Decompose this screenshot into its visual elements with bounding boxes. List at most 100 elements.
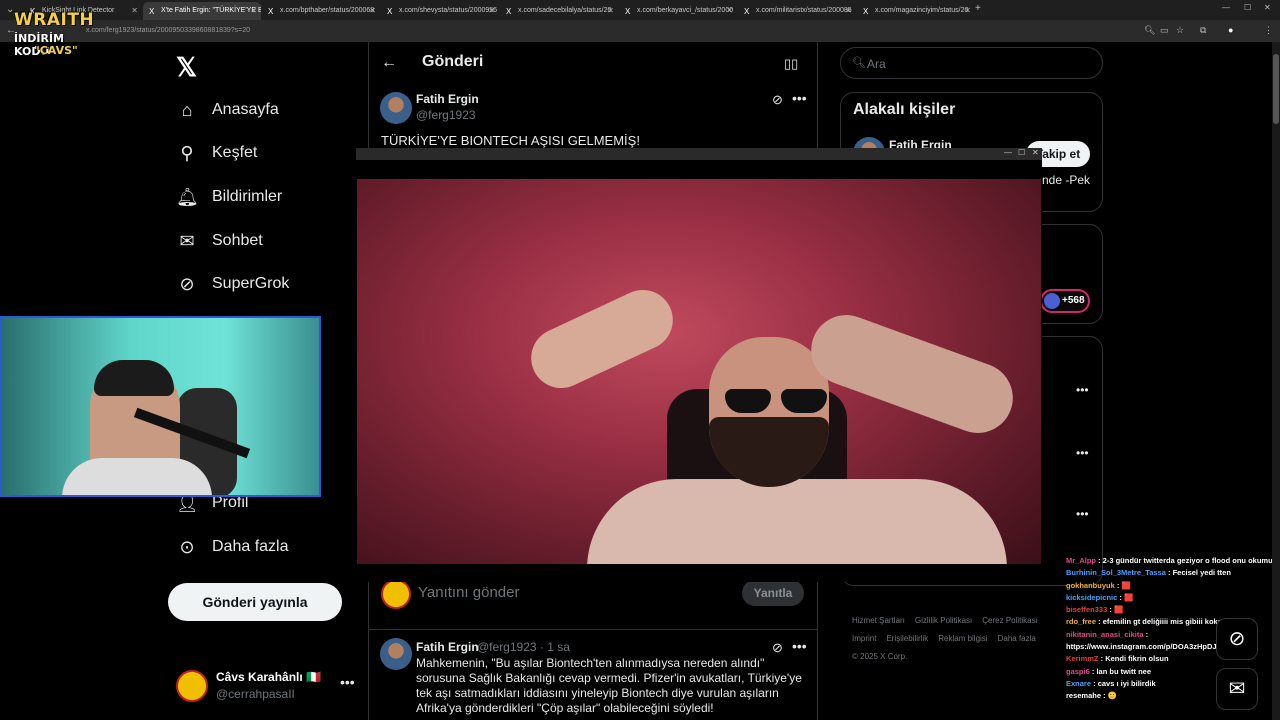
tab-label: x.com/magazinciyim/status/20 [875, 7, 969, 14]
chat-username[interactable]: Exnare [1066, 679, 1091, 688]
browser-tab[interactable]: Xx.com/berkayavci_/status/2000 ✕ [619, 2, 737, 20]
author-handle[interactable]: @ferg1923 [416, 108, 476, 122]
chat-separator: : [1096, 556, 1103, 565]
close-tab-icon[interactable]: ✕ [369, 6, 376, 15]
more-dots-icon[interactable]: ••• [1076, 507, 1089, 521]
close-tab-icon[interactable]: ✕ [488, 6, 495, 15]
sponsor-logo-overlay: WRAITH İNDİRİM KODU "CAVS" [12, 10, 102, 58]
minimize-window-icon[interactable]: — [1222, 3, 1230, 12]
reader-mode-icon[interactable]: ▯▯ [784, 56, 798, 72]
browser-tab[interactable]: Xx.com/militaristx/status/200085 ✕ [738, 2, 856, 20]
extensions-icon[interactable]: ⧉ [1200, 25, 1206, 36]
maximize-window-icon[interactable]: ☐ [1244, 3, 1251, 12]
post-button[interactable]: Gönderi yayınla [168, 583, 342, 621]
tab-label: x.com/shevysta/status/2000956 [399, 7, 498, 14]
footer-link[interactable]: © 2025 X Corp. [852, 652, 907, 661]
chat-message: kicksidepicnic : 🟥 [1066, 592, 1280, 604]
chat-username[interactable]: kicksidepicnic [1066, 593, 1117, 602]
close-tab-icon[interactable]: ✕ [964, 6, 971, 15]
video-frame[interactable] [357, 179, 1041, 564]
reply-author-avatar[interactable] [380, 638, 412, 670]
grok-icon[interactable]: ⊘ [1216, 618, 1258, 660]
search-icon[interactable]: 🔍︎ [1144, 25, 1155, 36]
profile-avatar-icon[interactable]: ● [1228, 25, 1233, 35]
reply-input[interactable]: Yanıtını gönder [418, 584, 519, 601]
page-title: Gönderi [422, 53, 484, 70]
video-popup-player[interactable]: — ☐ ✕ [356, 148, 1042, 582]
nav-item-anasayfa[interactable]: ⌂ Anasayfa [176, 95, 279, 125]
author-name[interactable]: Fatih Ergin [416, 92, 479, 106]
chat-username[interactable]: Mr_Alpp [1066, 556, 1096, 565]
footer-link[interactable]: Imprint [852, 634, 876, 643]
chat-message: gokhanbuyuk : 🟥 [1066, 580, 1280, 592]
footer-link[interactable]: Reklam bilgisi [938, 634, 987, 643]
cast-icon[interactable]: ▭ [1160, 25, 1169, 36]
browser-tab[interactable]: Xx.com/shevysta/status/2000956 ✕ [381, 2, 499, 20]
tab-label: x.com/bpthaber/status/200068 [280, 7, 375, 14]
more-dots-icon[interactable]: ••• [340, 674, 355, 690]
messages-icon[interactable]: ✉ [1216, 668, 1258, 710]
browser-tab[interactable]: Xx.com/sadecebilalya/status/20 ✕ [500, 2, 618, 20]
more-dots-icon[interactable]: ••• [1076, 446, 1089, 460]
close-tab-icon[interactable]: ✕ [726, 6, 733, 15]
maximize-icon[interactable]: ☐ [1018, 148, 1025, 157]
url-field[interactable]: x.com/ferg1923/status/200095033986088183… [86, 27, 250, 34]
reply-avatar [381, 579, 411, 609]
chat-text: lan bu twitt nee [1096, 666, 1152, 676]
nav-item-sohbet[interactable]: ✉ Sohbet [176, 226, 262, 256]
nav-item-bildirimler[interactable]: 🔔︎ Bildirimler [176, 182, 282, 212]
close-tab-icon[interactable]: ✕ [131, 6, 138, 15]
close-window-icon[interactable]: ✕ [1264, 3, 1271, 12]
more-dots-icon[interactable]: ••• [792, 90, 807, 106]
author-avatar[interactable] [380, 92, 412, 124]
close-icon[interactable]: ✕ [1032, 148, 1039, 157]
streamer-webcam [0, 316, 321, 497]
home-icon: ⌂ [181, 99, 193, 120]
browser-tab[interactable]: Xx.com/bpthaber/status/200068 ✕ [262, 2, 380, 20]
grok-icon[interactable]: ⊘ [772, 640, 783, 656]
more-dots-icon[interactable]: ••• [1076, 383, 1089, 397]
tab-favicon-icon: X [625, 7, 631, 16]
browser-menu-icon[interactable]: ⋮ [1264, 25, 1273, 36]
chat-username[interactable]: nikitanin_anasi_cikita [1066, 630, 1144, 639]
grok-icon[interactable]: ⊘ [772, 92, 783, 108]
account-switcher[interactable]: Câvs Karahânlı 🇮🇹 @cerrahpasaII ••• [176, 668, 366, 706]
browser-tab[interactable]: X X'te Fatih Ergin: "TÜRKİYE'YE B ✕ [143, 2, 261, 20]
reply-author-name[interactable]: Fatih Ergin [416, 640, 479, 654]
footer-link[interactable]: Hizmet Şartları [852, 616, 905, 625]
more-dots-icon[interactable]: ••• [792, 638, 807, 654]
chat-separator: : [1143, 629, 1149, 639]
browser-tab[interactable]: Xx.com/magazinciyim/status/20 ✕ [857, 2, 975, 20]
nav-item-supergrok[interactable]: ⊘ SuperGrok [176, 269, 289, 299]
bookmark-star-icon[interactable]: ☆ [1176, 25, 1184, 36]
chat-username[interactable]: resemahe [1066, 691, 1101, 700]
chat-username[interactable]: KerimmZ [1066, 654, 1099, 663]
footer-link[interactable]: Gizlilik Politikası [915, 616, 972, 625]
search-icon: 🔍︎ [852, 57, 866, 69]
nav-item-daha-fazla[interactable]: ⊙ Daha fazla [176, 532, 288, 562]
close-tab-icon[interactable]: ✕ [845, 6, 852, 15]
back-arrow-icon[interactable]: ← [381, 54, 397, 72]
new-tab-icon[interactable]: + [975, 3, 981, 14]
search-input[interactable]: 🔍︎ Ara [840, 47, 1103, 79]
footer-link[interactable]: Çerez Politikası [982, 616, 1038, 625]
chat-separator: : [1101, 691, 1108, 701]
tab-label: X'te Fatih Ergin: "TÜRKİYE'YE B [161, 7, 261, 14]
chat-username[interactable]: Burhinin_Sol_3Metre_Tassa [1066, 568, 1166, 577]
chat-username[interactable]: rdo_free [1066, 617, 1096, 626]
nav-item-keşfet[interactable]: ⚲ Keşfet [176, 138, 257, 168]
bell-icon: 🔔︎ [176, 186, 199, 207]
footer-link[interactable]: Erişilebilirlik [886, 634, 928, 643]
scrollbar[interactable] [1272, 42, 1280, 720]
listeners-badge[interactable]: +568 [1040, 289, 1090, 313]
close-tab-icon[interactable]: ✕ [250, 6, 257, 15]
minimize-icon[interactable]: — [1004, 148, 1012, 157]
x-logo-icon[interactable]: 𝕏 [176, 52, 197, 83]
chat-username[interactable]: biseffen333 [1066, 605, 1107, 614]
nav-item-label: SuperGrok [212, 275, 290, 292]
reply-button[interactable]: Yanıtla [742, 580, 804, 606]
chat-username[interactable]: gaspi6 [1066, 667, 1090, 676]
chat-username[interactable]: gokhanbuyuk [1066, 581, 1115, 590]
footer-link[interactable]: Daha fazla [998, 634, 1036, 643]
close-tab-icon[interactable]: ✕ [607, 6, 614, 15]
